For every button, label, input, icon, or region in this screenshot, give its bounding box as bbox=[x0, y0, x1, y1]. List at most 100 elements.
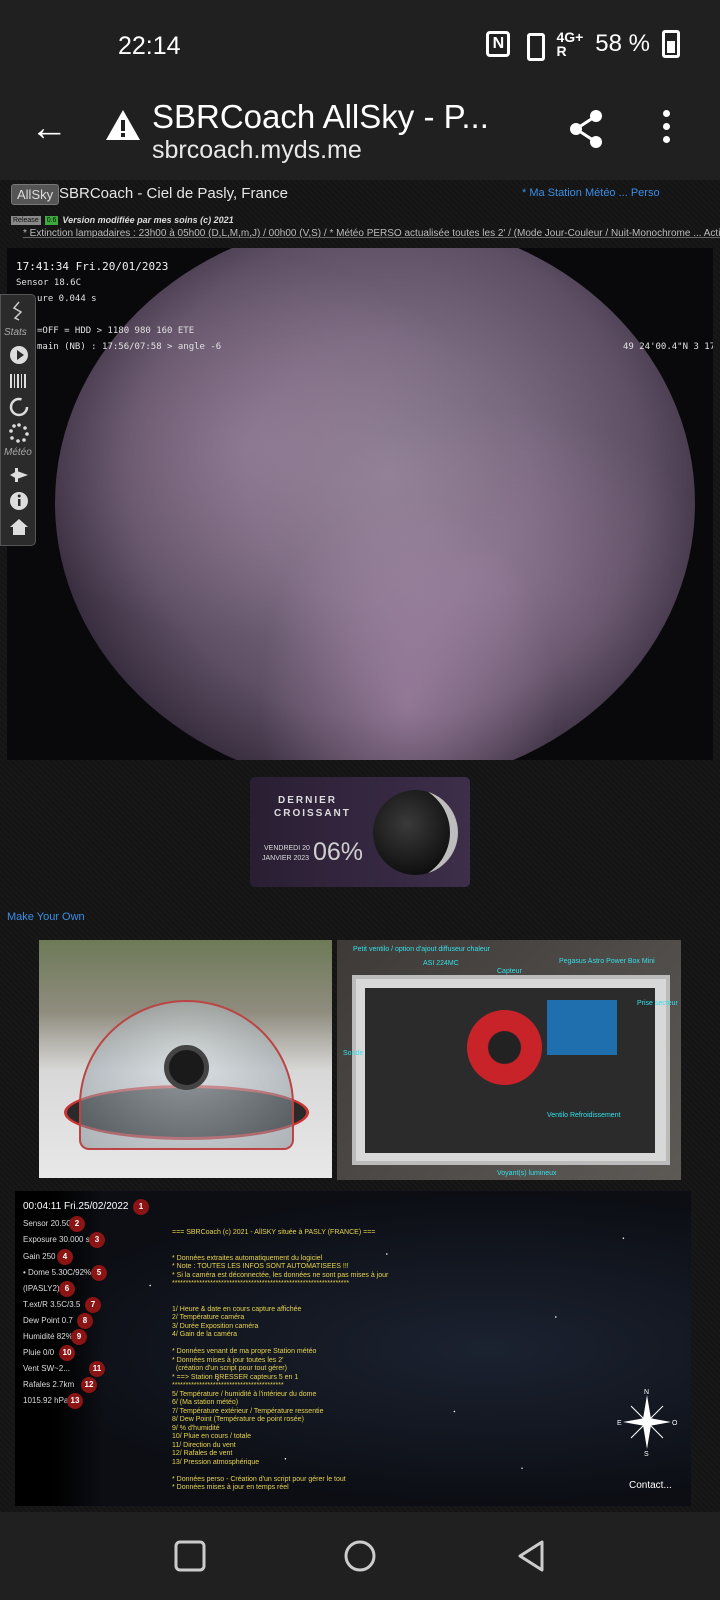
more-options-icon[interactable] bbox=[660, 110, 672, 150]
legend-number: 2 bbox=[69, 1216, 85, 1232]
legend-number: 11 bbox=[89, 1361, 105, 1377]
sky-sensor: Sensor 18.6C bbox=[16, 278, 82, 288]
play-icon[interactable] bbox=[9, 345, 29, 365]
legend-number: 12 bbox=[81, 1377, 97, 1393]
weather-station-link[interactable]: * Ma Station Météo ... Perso bbox=[522, 187, 660, 199]
moon-date-line2: JANVIER 2023 bbox=[262, 855, 310, 862]
legend-number: 6 bbox=[59, 1281, 75, 1297]
sky-dome bbox=[55, 248, 695, 760]
site-title: SBRCoach - Ciel de Pasly, France bbox=[59, 185, 288, 202]
legend-number: 10 bbox=[59, 1345, 75, 1361]
moon-date-line1: VENDREDI 20 bbox=[264, 845, 310, 852]
annotation-asi: ASI 224MC bbox=[423, 960, 459, 967]
electronics-box-photo: Petit ventilo / option d'ajout diffuseur… bbox=[337, 940, 681, 1180]
compass-south: S bbox=[644, 1451, 649, 1457]
roaming-indicator: R bbox=[556, 43, 567, 59]
back-button-icon[interactable] bbox=[514, 1538, 550, 1574]
night-row: • Dome 5.30C/92% bbox=[23, 1268, 92, 1277]
legend-number: 8 bbox=[77, 1313, 93, 1329]
startrails-icon[interactable] bbox=[9, 397, 29, 417]
battery-icon bbox=[662, 30, 680, 58]
annotation-fan: Petit ventilo / option d'ajout diffuseur… bbox=[353, 946, 491, 953]
moon-phase-line2: CROISSANT bbox=[274, 808, 351, 819]
status-bar: 22:14 N 4G+ R 58 % bbox=[0, 0, 720, 90]
night-row: Exposure 30.000 s bbox=[23, 1235, 90, 1244]
night-datetime: 00:04:11 Fri.25/02/2022 bbox=[23, 1201, 129, 1212]
camera-lens bbox=[164, 1045, 209, 1090]
moon-phase-line1: DERNIER bbox=[278, 795, 338, 806]
back-arrow-icon[interactable]: ← bbox=[30, 108, 68, 148]
sky-status-line: =OFF = HDD > 1180 980 160 ETE bbox=[37, 326, 195, 336]
night-row: Humidité 82% bbox=[23, 1332, 73, 1341]
night-row: Rafales 2.7km bbox=[23, 1380, 75, 1389]
legend-description-text: === SBRCoach (c) 2021 - AllSKY située à … bbox=[172, 1229, 389, 1491]
legend-number: 4 bbox=[57, 1249, 73, 1265]
annotation-cooling-fan: Ventilo Refroidissement bbox=[547, 1112, 621, 1119]
release-info: Release 0.6 Version modifiée par mes soi… bbox=[11, 215, 234, 225]
legend-number: 7 bbox=[85, 1297, 101, 1313]
annotation-outlet: Prise secteur bbox=[637, 1000, 678, 1007]
moon-phase-card: DERNIER CROISSANT VENDREDI 20 JANVIER 20… bbox=[250, 777, 470, 887]
release-version: 0.6 bbox=[44, 215, 59, 225]
night-row: Pluie 0/0 bbox=[23, 1348, 55, 1357]
share-icon[interactable] bbox=[566, 108, 606, 150]
legend-number: 1 bbox=[133, 1199, 149, 1215]
network-icon: 4G+ R bbox=[556, 30, 583, 58]
compass-rose-icon: N E O S bbox=[617, 1389, 677, 1457]
sky-sunset-line: main (NB) : 17:56/07:58 > angle -6 bbox=[37, 342, 222, 352]
system-nav-bar bbox=[0, 1512, 720, 1600]
night-row: 1015.92 hPa bbox=[23, 1396, 69, 1405]
contact-link[interactable]: Contact... bbox=[629, 1480, 672, 1491]
night-legend-image: 00:04:11 Fri.25/02/2022 Sensor 20.5C Exp… bbox=[15, 1191, 691, 1506]
annotation-leds: Voyant(s) lumineux bbox=[497, 1170, 557, 1177]
page-title[interactable]: SBRCoach AllSky - P... bbox=[152, 98, 489, 136]
meteo-label: Météo bbox=[4, 447, 32, 458]
allsky-badge[interactable]: AllSky bbox=[11, 184, 60, 205]
night-row: Gain 250 bbox=[23, 1252, 56, 1261]
night-row: T.ext/R 3.5C/3.5 bbox=[23, 1300, 81, 1309]
legend-number: 5 bbox=[91, 1265, 107, 1281]
vibrate-icon bbox=[522, 31, 546, 61]
annotation-pegasus: Pegasus Astro Power Box Mini bbox=[559, 958, 655, 965]
browser-toolbar: ← SBRCoach AllSky - P... sbrcoach.myds.m… bbox=[0, 90, 720, 180]
power-box bbox=[547, 1000, 617, 1055]
legend-number: 9 bbox=[71, 1329, 87, 1345]
battery-percent: 58 % bbox=[595, 30, 650, 57]
web-page: AllSky SBRCoach - Ciel de Pasly, France … bbox=[0, 180, 720, 1512]
compass-north: N bbox=[644, 1389, 649, 1396]
sparkline-icon[interactable] bbox=[9, 301, 29, 321]
night-row: Sensor 20.5C bbox=[23, 1219, 72, 1228]
status-time: 22:14 bbox=[118, 32, 181, 60]
moon-image bbox=[373, 790, 458, 875]
sky-exposure: ure 0.044 s bbox=[37, 294, 97, 304]
compass-west: O bbox=[672, 1420, 677, 1427]
side-toolbar: Stats Météo bbox=[0, 294, 36, 546]
home-button-icon[interactable] bbox=[342, 1538, 378, 1574]
phone-screen: { "status_bar": { "time": "22:14", "netw… bbox=[0, 0, 720, 1600]
sky-coordinates: 49 24'00.4"N 3 17'57.9"E bbox=[623, 342, 713, 352]
keogram-icon[interactable] bbox=[9, 371, 29, 391]
sky-datetime: 17:41:34 Fri.20/01/2023 bbox=[16, 260, 169, 273]
info-icon[interactable] bbox=[9, 491, 29, 511]
annotation-sensor: Capteur bbox=[497, 968, 522, 975]
asi-camera bbox=[467, 1010, 542, 1085]
extinction-notice-link[interactable]: * Extinction lampadaires : 23h00 à 05h00… bbox=[23, 228, 720, 239]
satellite-icon[interactable] bbox=[9, 465, 29, 485]
recents-icon[interactable] bbox=[172, 1538, 208, 1574]
legend-number: 3 bbox=[89, 1232, 105, 1248]
compass-east: E bbox=[617, 1420, 622, 1427]
allsky-live-image[interactable]: 17:41:34 Fri.20/01/2023 Sensor 18.6C ure… bbox=[7, 248, 713, 760]
stats-label: Stats bbox=[4, 327, 27, 338]
annotation-probe: Sonde bbox=[343, 1050, 364, 1057]
home-icon[interactable] bbox=[9, 517, 29, 537]
release-note: Version modifiée par mes soins (c) 2021 bbox=[62, 215, 234, 225]
not-secure-warning-icon[interactable] bbox=[104, 108, 142, 142]
make-your-own-link[interactable]: Make Your Own bbox=[7, 911, 85, 923]
night-row: (IPASLY2) bbox=[23, 1284, 60, 1293]
legend-number: 13 bbox=[67, 1393, 83, 1409]
nfc-icon: N bbox=[486, 31, 511, 57]
page-url[interactable]: sbrcoach.myds.me bbox=[152, 136, 362, 165]
release-tag: Release bbox=[11, 215, 41, 225]
loading-dots-icon[interactable] bbox=[9, 423, 29, 443]
moon-illumination: 06% bbox=[313, 838, 364, 866]
